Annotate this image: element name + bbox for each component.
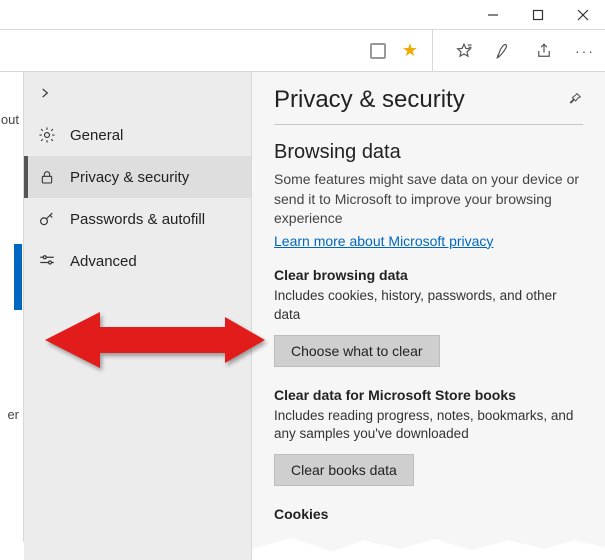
sidebar-item-passwords[interactable]: Passwords & autofill	[24, 198, 251, 240]
settings-panel: Privacy & security Browsing data Some fe…	[252, 72, 605, 560]
favorite-star-icon[interactable]: ★	[402, 40, 418, 61]
more-icon[interactable]: ···	[575, 43, 595, 59]
clear-books-button[interactable]: Clear books data	[274, 454, 414, 486]
close-button[interactable]	[560, 0, 605, 29]
clear-data-description: Includes cookies, history, passwords, an…	[274, 287, 583, 325]
sidebar-item-privacy[interactable]: Privacy & security	[24, 156, 251, 198]
sidebar-item-label: Advanced	[70, 253, 137, 270]
sidebar-item-label: Privacy & security	[70, 169, 189, 186]
window-titlebar	[0, 0, 605, 30]
sidebar-item-general[interactable]: General	[24, 114, 251, 156]
cookies-heading: Cookies	[274, 506, 583, 522]
key-icon	[38, 210, 56, 228]
reading-view-icon[interactable]	[370, 43, 386, 59]
favorites-hub-icon[interactable]	[455, 42, 473, 60]
page-title: Privacy & security	[274, 86, 465, 114]
sidebar-item-label: General	[70, 127, 123, 144]
privacy-link[interactable]: Learn more about Microsoft privacy	[274, 233, 493, 249]
maximize-button[interactable]	[515, 0, 560, 29]
sliders-icon	[38, 252, 56, 270]
gear-icon	[38, 126, 56, 144]
back-button[interactable]	[24, 72, 251, 114]
sidebar-item-label: Passwords & autofill	[70, 211, 205, 228]
pin-icon[interactable]	[567, 91, 583, 110]
notes-icon[interactable]	[495, 42, 513, 60]
browsing-data-heading: Browsing data	[274, 141, 583, 164]
browsing-data-description: Some features might save data on your de…	[274, 170, 583, 229]
browser-toolbar: ★ ···	[0, 30, 605, 72]
choose-clear-button[interactable]: Choose what to clear	[274, 335, 440, 367]
lock-icon	[38, 168, 56, 186]
sidebar-item-advanced[interactable]: Advanced	[24, 240, 251, 282]
clear-books-description: Includes reading progress, notes, bookma…	[274, 407, 583, 445]
share-icon[interactable]	[535, 42, 553, 60]
clear-books-heading: Clear data for Microsoft Store books	[274, 387, 583, 403]
page-fragment: out er	[0, 72, 24, 560]
tab-indicator	[14, 244, 22, 310]
settings-sidebar: General Privacy & security Passwords & a…	[24, 72, 252, 560]
clear-data-heading: Clear browsing data	[274, 267, 583, 283]
minimize-button[interactable]	[470, 0, 515, 29]
